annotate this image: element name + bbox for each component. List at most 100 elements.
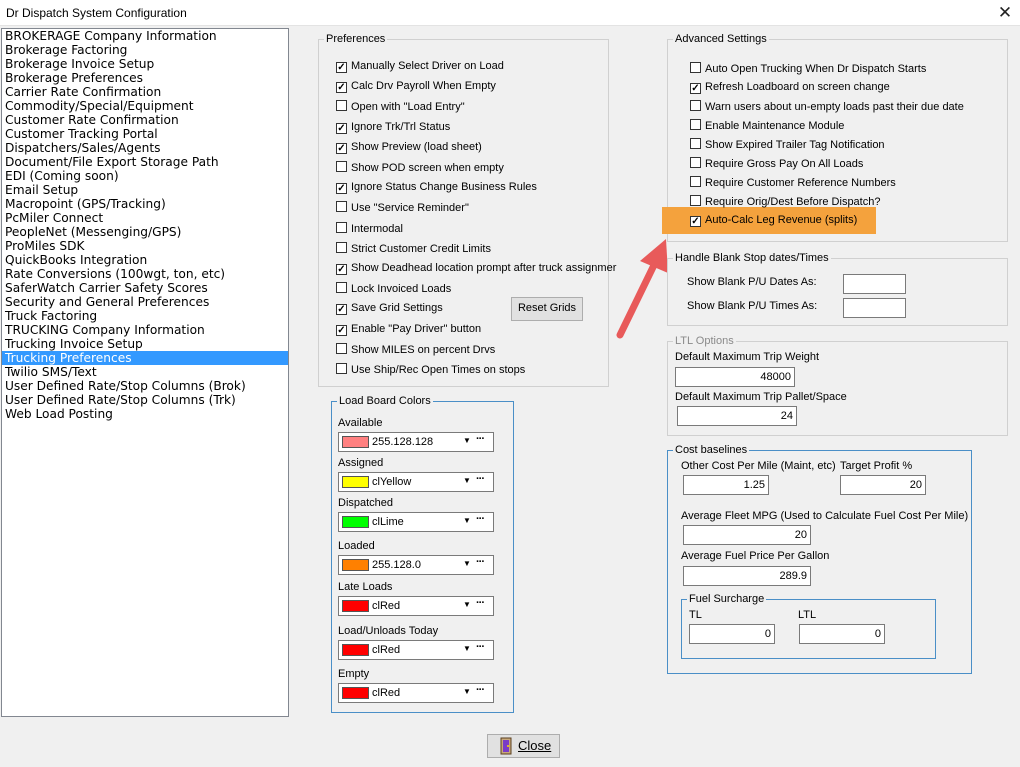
- checkbox-row[interactable]: Require Gross Pay On All Loads: [690, 157, 863, 171]
- checkbox-checked-icon[interactable]: ✓: [336, 62, 347, 73]
- checkbox-unchecked-icon[interactable]: [336, 221, 347, 233]
- checkbox-row[interactable]: ✓ Save Grid Settings: [336, 302, 443, 316]
- chevron-down-icon[interactable]: ▼: [463, 476, 471, 485]
- nav-item[interactable]: BROKERAGE Company Information: [2, 29, 288, 43]
- nav-item[interactable]: Trucking Invoice Setup: [2, 337, 288, 351]
- checkbox-checked-icon[interactable]: ✓: [690, 216, 701, 228]
- nav-item[interactable]: PeopleNet (Messenging/GPS): [2, 225, 288, 239]
- nav-item[interactable]: Macropoint (GPS/Tracking): [2, 197, 288, 211]
- checkbox-unchecked-icon[interactable]: [336, 201, 347, 213]
- chevron-down-icon[interactable]: ▼: [463, 644, 471, 653]
- checkbox-checked-icon[interactable]: ✓: [690, 83, 701, 95]
- checkbox-row[interactable]: Lock Invoiced Loads: [336, 282, 451, 296]
- config-category-list[interactable]: BROKERAGE Company Information Brokerage F…: [1, 28, 289, 717]
- blank-times-field[interactable]: [843, 298, 906, 318]
- checkbox-row[interactable]: ✓ Manually Select Driver on Load: [336, 60, 504, 74]
- nav-item[interactable]: EDI (Coming soon): [2, 169, 288, 183]
- checkbox-checked-icon[interactable]: ✓: [336, 304, 347, 316]
- ellipsis-button[interactable]: ···: [476, 473, 485, 485]
- checkbox-row[interactable]: Require Customer Reference Numbers: [690, 176, 896, 190]
- ellipsis-button[interactable]: ···: [476, 433, 485, 445]
- checkbox-row[interactable]: Show POD screen when empty: [336, 161, 504, 175]
- checkbox-checked-icon[interactable]: ✓: [336, 324, 347, 336]
- checkbox-row[interactable]: ✓ Ignore Status Change Business Rules: [336, 181, 537, 195]
- checkbox-unchecked-icon[interactable]: [690, 119, 701, 131]
- checkbox-unchecked-icon[interactable]: [690, 100, 701, 112]
- nav-item[interactable]: Brokerage Preferences: [2, 71, 288, 85]
- ltl-field[interactable]: 0: [799, 624, 885, 644]
- checkbox-row[interactable]: Strict Customer Credit Limits: [336, 241, 491, 256]
- chevron-down-icon[interactable]: ▼: [463, 436, 471, 445]
- nav-item[interactable]: Twilio SMS/Text: [2, 365, 288, 379]
- checkbox-checked-icon[interactable]: ✓: [336, 82, 347, 94]
- nav-item[interactable]: Brokerage Invoice Setup: [2, 57, 288, 71]
- blank-dates-field[interactable]: [843, 274, 906, 294]
- checkbox-row[interactable]: ✓ Enable "Pay Driver" button: [336, 323, 481, 337]
- nav-item[interactable]: User Defined Rate/Stop Columns (Brok): [2, 379, 288, 393]
- avg-mpg-field[interactable]: 20: [683, 525, 811, 545]
- ellipsis-button[interactable]: ···: [476, 556, 485, 568]
- checkbox-row[interactable]: Warn users about un-empty loads past the…: [690, 100, 964, 114]
- nav-item[interactable]: TRUCKING Company Information: [2, 323, 288, 337]
- nav-item[interactable]: ProMiles SDK: [2, 239, 288, 253]
- checkbox-row[interactable]: Intermodal: [336, 221, 403, 236]
- checkbox-checked-icon[interactable]: ✓: [336, 264, 347, 275]
- color-select[interactable]: clRed ▼ ···: [338, 596, 494, 616]
- reset-grids-button[interactable]: Reset Grids: [511, 297, 583, 321]
- checkbox-row[interactable]: Auto Open Trucking When Dr Dispatch Star…: [690, 62, 926, 76]
- checkbox-unchecked-icon[interactable]: [336, 363, 347, 374]
- nav-item[interactable]: QuickBooks Integration: [2, 253, 288, 267]
- max-pallet-field[interactable]: 24: [677, 406, 797, 426]
- nav-item[interactable]: Document/File Export Storage Path: [2, 155, 288, 169]
- close-button[interactable]: Close: [487, 734, 560, 758]
- nav-item[interactable]: Carrier Rate Confirmation: [2, 85, 288, 99]
- close-window-icon[interactable]: ✕: [990, 0, 1020, 26]
- checkbox-row[interactable]: Use "Service Reminder": [336, 201, 469, 215]
- checkbox-row[interactable]: Use Ship/Rec Open Times on stops: [336, 363, 525, 377]
- nav-item[interactable]: Web Load Posting: [2, 407, 288, 421]
- checkbox-unchecked-icon[interactable]: [336, 342, 347, 354]
- checkbox-checked-icon[interactable]: ✓: [336, 122, 347, 134]
- checkbox-checked-icon[interactable]: ✓: [336, 142, 347, 154]
- checkbox-row[interactable]: Require Orig/Dest Before Dispatch?: [690, 195, 880, 209]
- nav-item[interactable]: Customer Tracking Portal: [2, 127, 288, 141]
- nav-item[interactable]: Brokerage Factoring: [2, 43, 288, 57]
- chevron-down-icon[interactable]: ▼: [463, 687, 471, 696]
- avg-fuel-field[interactable]: 289.9: [683, 566, 811, 586]
- checkbox-unchecked-icon[interactable]: [690, 195, 701, 207]
- checkbox-row[interactable]: ✓ Calc Drv Payroll When Empty: [336, 80, 496, 94]
- checkbox-row[interactable]: ✓ Refresh Loadboard on screen change: [690, 81, 890, 95]
- checkbox-unchecked-icon[interactable]: [336, 282, 347, 294]
- checkbox-unchecked-icon[interactable]: [336, 241, 347, 253]
- max-weight-field[interactable]: 48000: [675, 367, 795, 387]
- color-select[interactable]: clLime ▼ ···: [338, 512, 494, 532]
- checkbox-unchecked-icon[interactable]: [690, 157, 701, 169]
- nav-item[interactable]: SaferWatch Carrier Safety Scores: [2, 281, 288, 295]
- checkbox-unchecked-icon[interactable]: [690, 62, 701, 73]
- nav-item[interactable]: Customer Rate Confirmation: [2, 113, 288, 127]
- nav-item[interactable]: PcMiler Connect: [2, 211, 288, 225]
- checkbox-unchecked-icon[interactable]: [336, 161, 347, 172]
- checkbox-checked-icon[interactable]: ✓: [336, 183, 347, 195]
- checkbox-unchecked-icon[interactable]: [336, 100, 347, 112]
- color-select[interactable]: 255.128.128 ▼ ···: [338, 432, 494, 452]
- checkbox-row[interactable]: Show MILES on percent Drvs: [336, 342, 495, 357]
- checkbox-row[interactable]: Show Expired Trailer Tag Notification: [690, 138, 885, 152]
- nav-item[interactable]: Truck Factoring: [2, 309, 288, 323]
- ellipsis-button[interactable]: ···: [476, 513, 485, 525]
- ellipsis-button[interactable]: ···: [476, 597, 485, 609]
- tl-field[interactable]: 0: [689, 624, 775, 644]
- checkbox-row[interactable]: ✓ Show Preview (load sheet): [336, 141, 482, 155]
- checkbox-row[interactable]: ✓ Ignore Trk/Trl Status: [336, 121, 450, 135]
- checkbox-row[interactable]: Enable Maintenance Module: [690, 119, 844, 133]
- nav-item[interactable]: Trucking Preferences: [2, 351, 288, 365]
- nav-item[interactable]: Rate Conversions (100wgt, ton, etc): [2, 267, 288, 281]
- color-select[interactable]: clRed ▼ ···: [338, 640, 494, 660]
- chevron-down-icon[interactable]: ▼: [463, 516, 471, 525]
- color-select[interactable]: 255.128.0 ▼ ···: [338, 555, 494, 575]
- nav-item[interactable]: Dispatchers/Sales/Agents: [2, 141, 288, 155]
- target-profit-field[interactable]: 20: [840, 475, 926, 495]
- color-select[interactable]: clRed ▼ ···: [338, 683, 494, 703]
- ellipsis-button[interactable]: ···: [476, 684, 485, 696]
- nav-item[interactable]: Commodity/Special/Equipment: [2, 99, 288, 113]
